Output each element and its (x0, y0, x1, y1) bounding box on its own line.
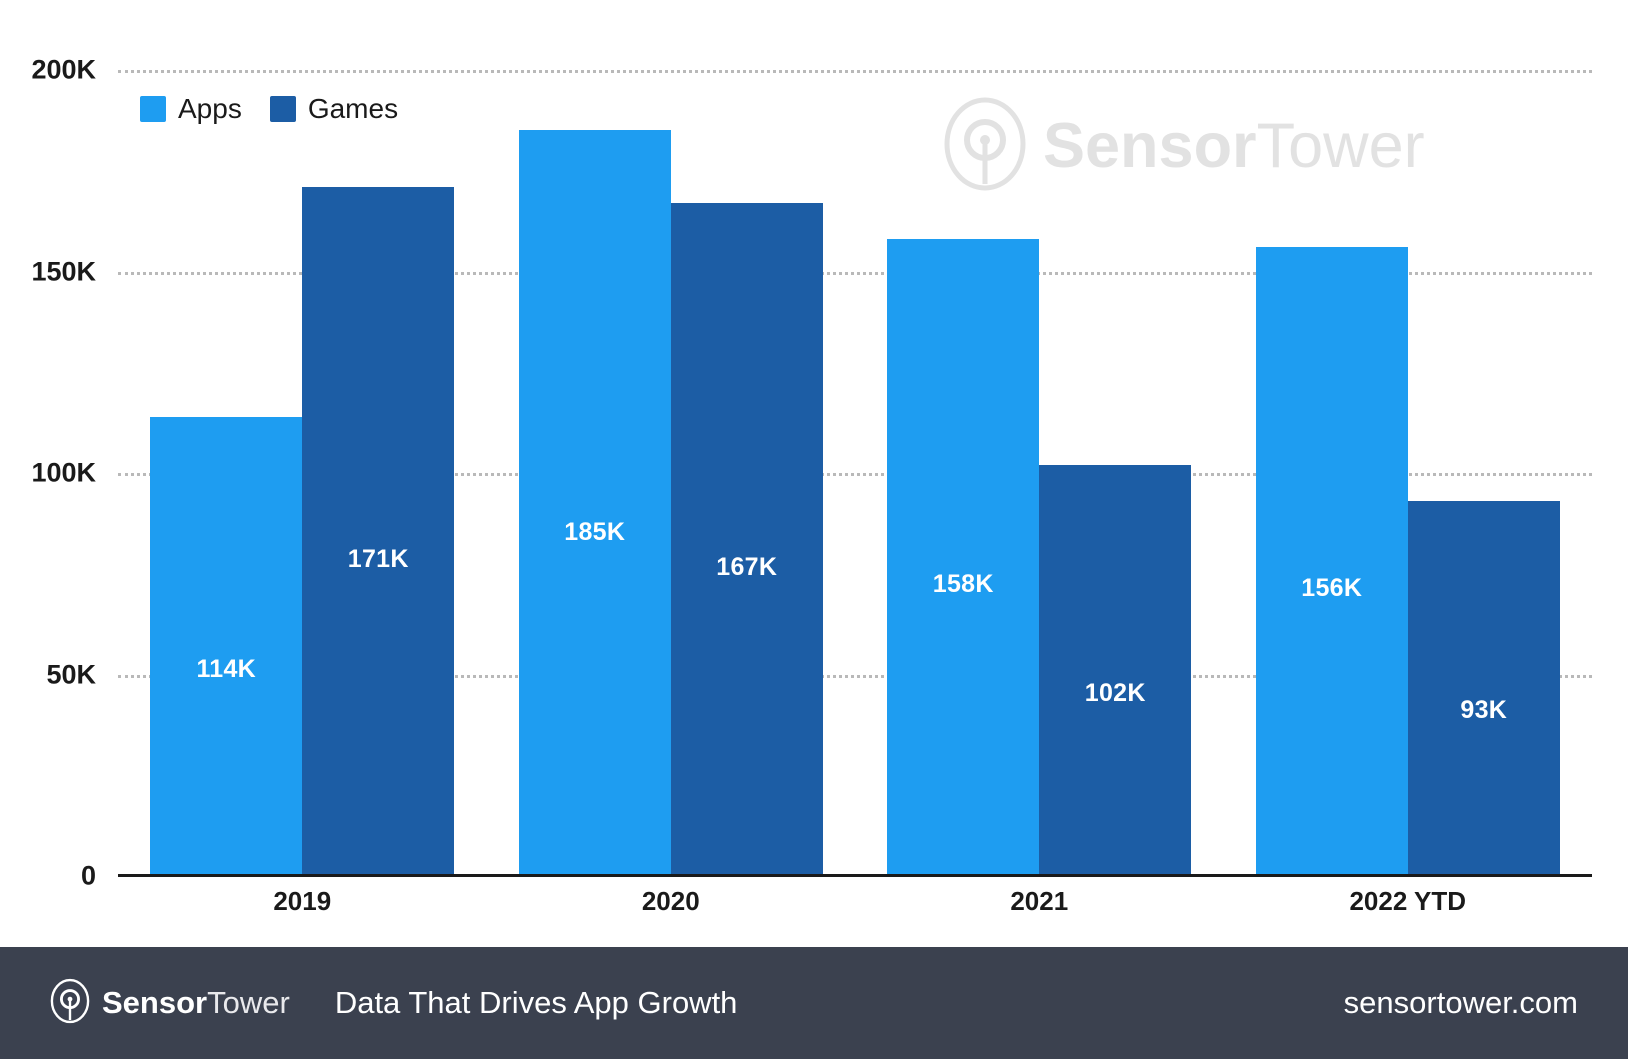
x-axis-tick-label: 2022 YTD (1349, 886, 1467, 916)
bar-games-2019[interactable]: 171K (302, 186, 455, 876)
gridline (118, 70, 1592, 73)
legend-swatch-games-icon (269, 96, 296, 122)
bar-apps-2019[interactable]: 114K (150, 416, 303, 876)
footer-url[interactable]: sensortower.com (1344, 985, 1578, 1021)
bar-apps-2020[interactable]: 185K (518, 130, 671, 876)
footer-tagline: Data That Drives App Growth (334, 985, 738, 1020)
sensor-tower-logo-icon (943, 96, 1027, 197)
y-axis-tick-label: 200K (31, 54, 96, 85)
bar-value-label: 93K (1460, 696, 1508, 725)
legend-item-apps[interactable]: Apps (140, 93, 242, 125)
bar-value-label: 158K (932, 570, 994, 599)
x-axis-tick-label: 2021 (1010, 886, 1069, 916)
watermark-text: SensorTower (1043, 115, 1425, 178)
legend-swatch-apps-icon (140, 96, 166, 122)
chart-canvas: 114K 171K 185K 167K 158K 102K 156K 93K 0 50K 100K… (0, 0, 1628, 935)
chart-legend: Apps Games (140, 93, 398, 125)
footer-brand-bold: Sensor (102, 985, 208, 1020)
y-axis-tick-label: 150K (31, 256, 96, 286)
y-axis-tick-label: 100K (31, 457, 96, 488)
bar-apps-2021[interactable]: 158K (887, 239, 1040, 876)
bar-value-label: 156K (1301, 574, 1363, 603)
x-axis-tick-label: 2020 (641, 886, 700, 916)
bar-value-label: 114K (196, 655, 257, 684)
legend-label-apps: Apps (178, 93, 242, 124)
bar-games-2021[interactable]: 102K (1039, 464, 1192, 876)
footer-brand-light: Tower (207, 985, 290, 1020)
legend-label-games: Games (307, 93, 399, 124)
bar-value-label: 185K (564, 518, 626, 547)
legend-item-games[interactable]: Games (269, 93, 399, 125)
watermark-brand-light: Tower (1256, 111, 1425, 181)
footer-brand-text: SensorTower (102, 985, 290, 1021)
watermark-brand-bold: Sensor (1043, 111, 1257, 181)
sensor-tower-logo-icon (50, 978, 90, 1029)
bar-value-label: 167K (716, 552, 778, 581)
x-axis-tick-label: 2019 (273, 886, 332, 916)
y-axis-tick-label: 50K (46, 659, 96, 689)
x-axis-line (118, 874, 1592, 877)
footer-bar: SensorTower Data That Drives App Growth … (0, 947, 1628, 1059)
watermark: SensorTower (943, 96, 1425, 197)
bar-value-label: 102K (1084, 678, 1146, 707)
bar-games-2022-ytd[interactable]: 93K (1407, 501, 1560, 876)
y-axis-tick-label: 0 (80, 860, 96, 891)
bar-apps-2022-ytd[interactable]: 156K (1255, 247, 1408, 876)
footer-logo[interactable]: SensorTower (50, 978, 290, 1029)
bar-games-2020[interactable]: 167K (670, 203, 823, 876)
bar-value-label: 171K (347, 545, 409, 574)
